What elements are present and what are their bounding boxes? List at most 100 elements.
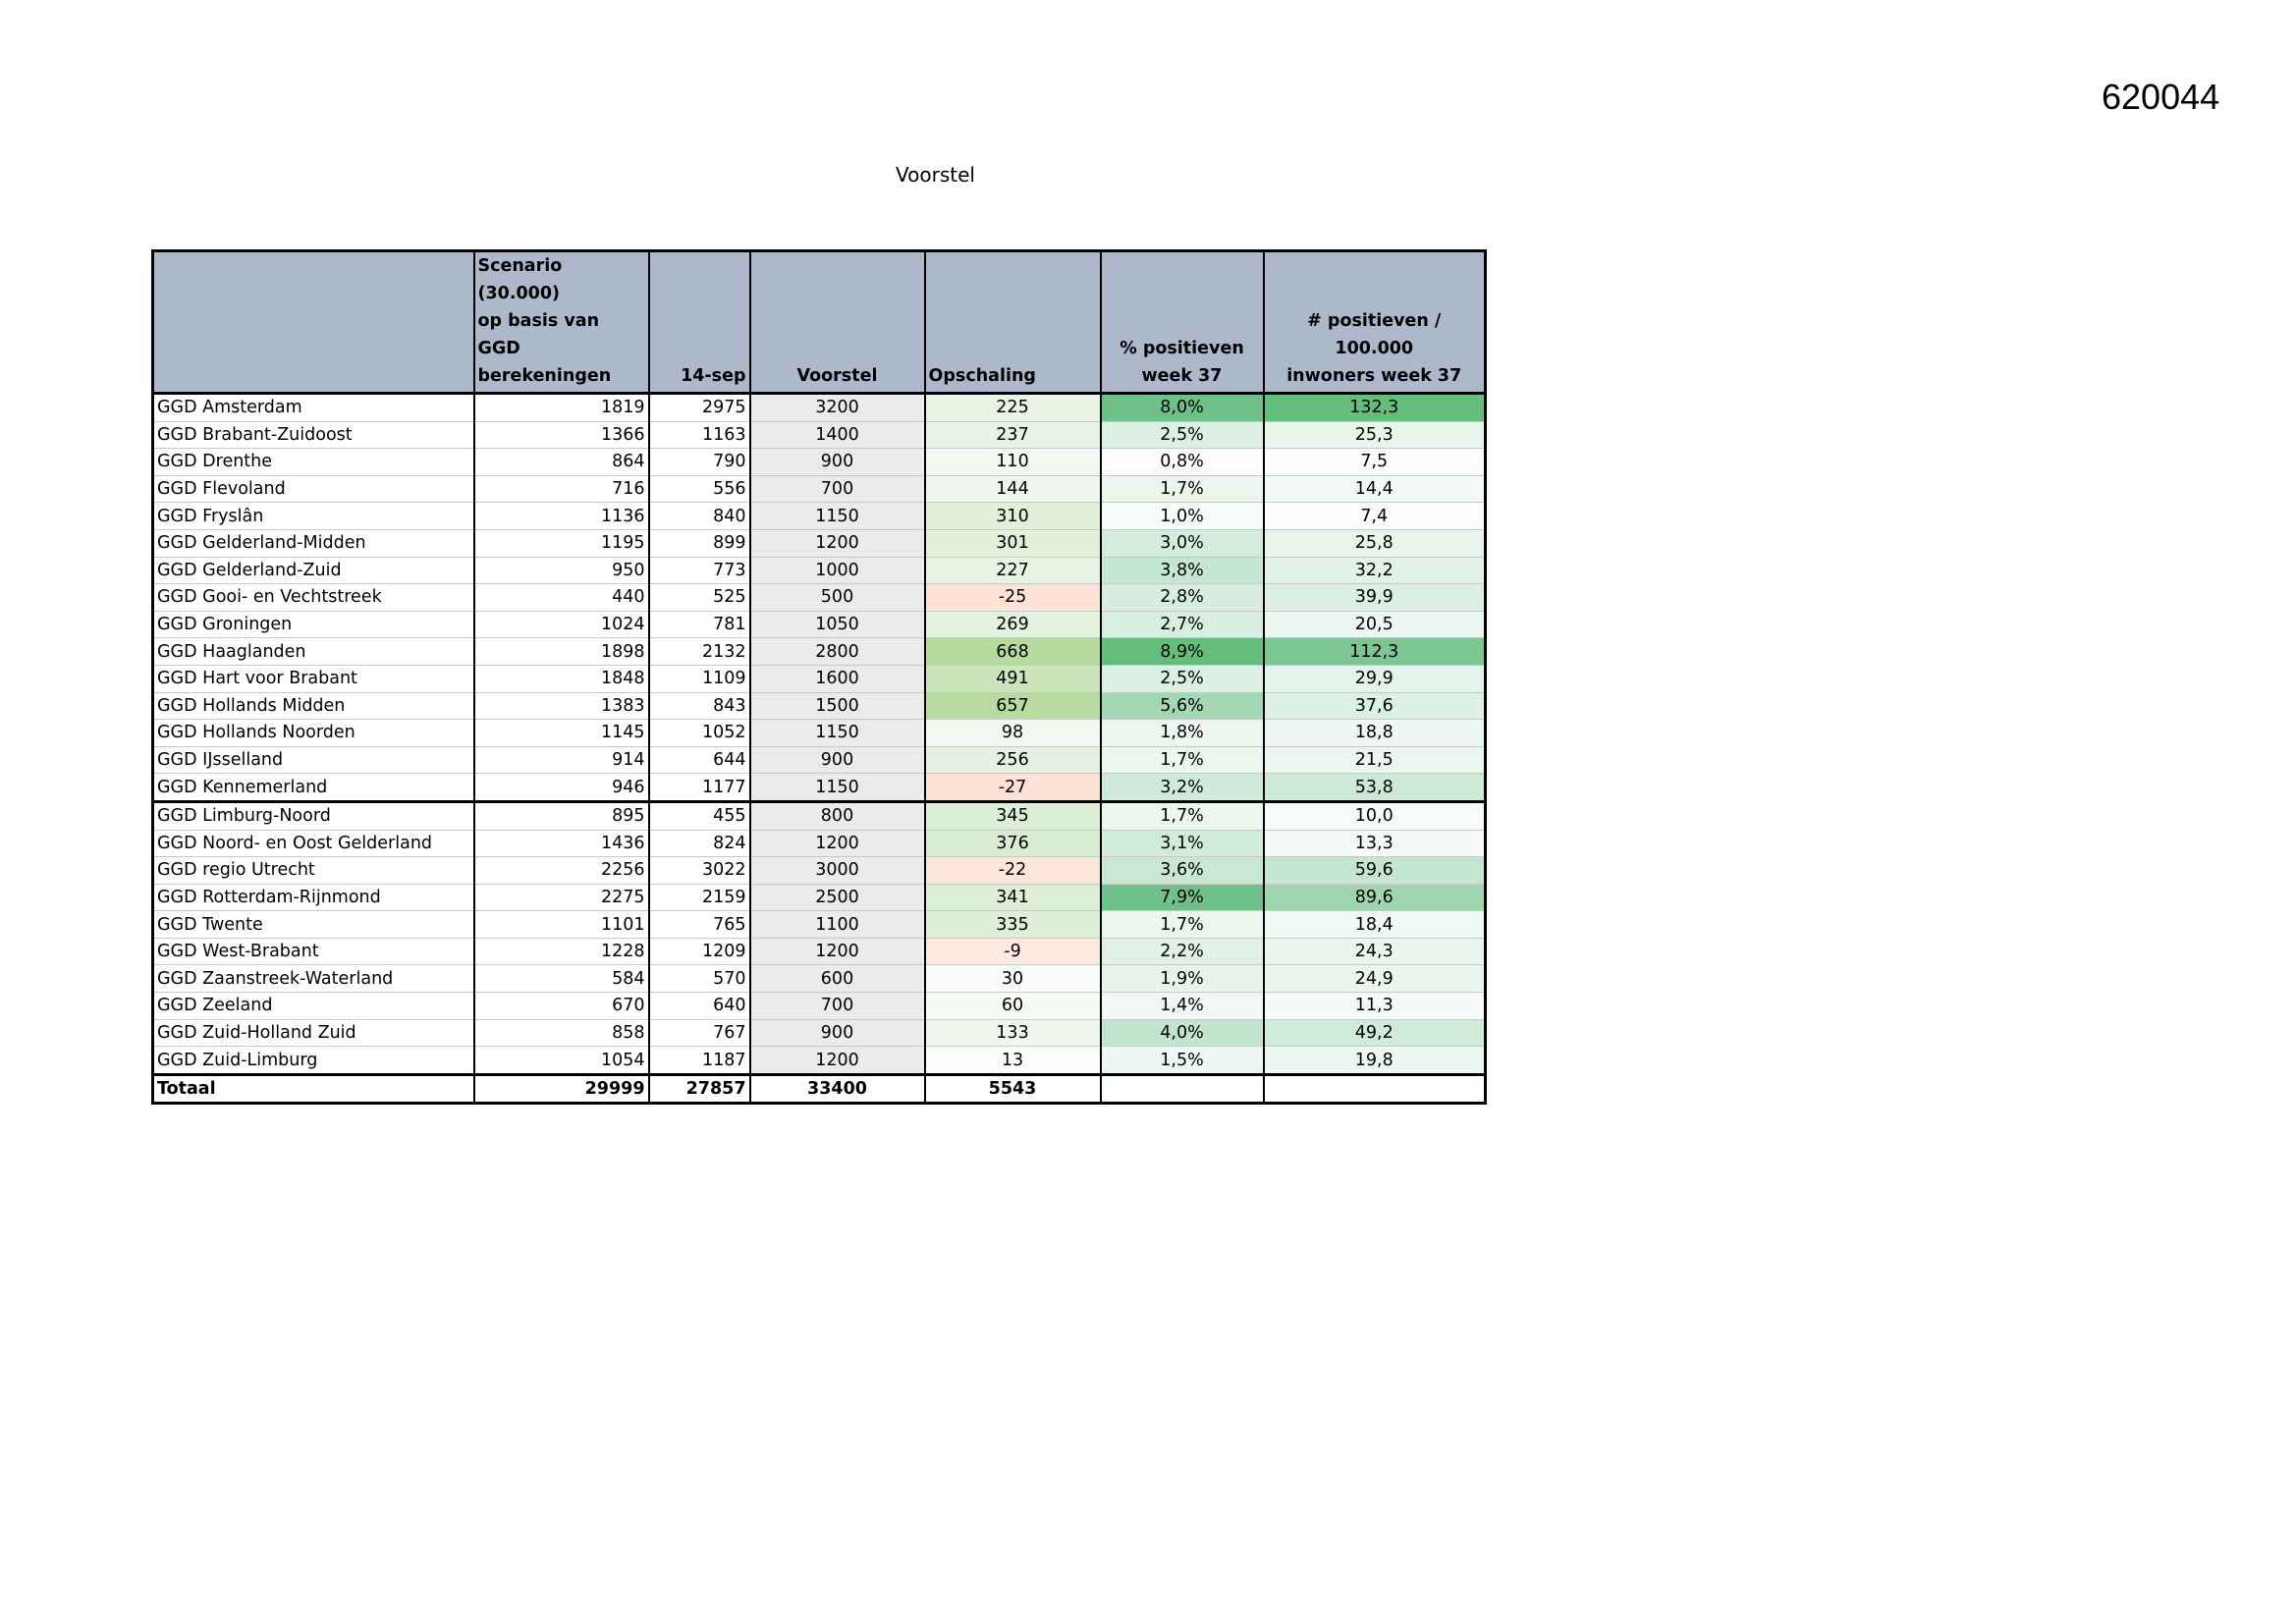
cell-pct-positieven: 3,6% <box>1099 856 1265 885</box>
cell-region: GGD Hollands Noorden <box>151 719 475 747</box>
cell-voorstel: 800 <box>748 799 926 831</box>
header-region <box>151 249 475 395</box>
cell-region: GGD West-Brabant <box>151 938 475 966</box>
cell-14-sep: 2159 <box>647 884 751 912</box>
table-row: GGD Kennemerland 946 1177 1150 -27 3,2% 53,8 <box>151 773 1487 802</box>
cell-voorstel: 1600 <box>748 665 926 693</box>
cell-region: GGD Noord- en Oost Gelderland <box>151 830 475 858</box>
cell-opschaling: 310 <box>923 502 1102 530</box>
cell-pct-positieven: 2,5% <box>1099 665 1265 693</box>
total-row: Totaal 29999 27857 33400 5543 <box>151 1072 1487 1106</box>
cell-scenario: 950 <box>472 557 650 585</box>
cell-region: GGD regio Utrecht <box>151 856 475 885</box>
cell-opschaling: 657 <box>923 692 1102 721</box>
cell-scenario: 864 <box>472 448 650 476</box>
cell-positieven-per-100k: 53,8 <box>1262 773 1487 802</box>
table-row: GGD Gelderland-Midden 1195 899 1200 301 3,0% 2… <box>151 529 1487 558</box>
cell-region: GGD IJsselland <box>151 746 475 775</box>
table-row: GGD Hollands Midden 1383 843 1500 657 5,6% 37,… <box>151 692 1487 721</box>
total-label: Totaal <box>151 1072 475 1106</box>
cell-14-sep: 843 <box>647 692 751 721</box>
header-voorstel: Voorstel <box>748 249 926 395</box>
cell-voorstel: 700 <box>748 475 926 504</box>
table-row: GGD Hollands Noorden 1145 1052 1150 98 1,8% 18… <box>151 719 1487 747</box>
cell-14-sep: 1209 <box>647 938 751 966</box>
table-row: GGD Hart voor Brabant 1848 1109 1600 491 2,5%… <box>151 665 1487 693</box>
cell-voorstel: 1200 <box>748 938 926 966</box>
cell-scenario: 1101 <box>472 910 650 939</box>
cell-scenario: 1366 <box>472 421 650 450</box>
cell-scenario: 946 <box>472 773 650 802</box>
cell-pct-positieven: 1,8% <box>1099 719 1265 747</box>
document-id: 620044 <box>2102 77 2220 117</box>
cell-opschaling: 668 <box>923 637 1102 666</box>
cell-opschaling: -25 <box>923 583 1102 612</box>
cell-opschaling: 237 <box>923 421 1102 450</box>
cell-voorstel: 1150 <box>748 773 926 802</box>
cell-scenario: 1195 <box>472 529 650 558</box>
cell-positieven-per-100k: 32,2 <box>1262 557 1487 585</box>
cell-voorstel: 900 <box>748 1019 926 1048</box>
cell-14-sep: 2132 <box>647 637 751 666</box>
cell-opschaling: 269 <box>923 611 1102 639</box>
cell-positieven-per-100k: 10,0 <box>1262 799 1487 831</box>
cell-pct-positieven: 8,9% <box>1099 637 1265 666</box>
cell-region: GGD Drenthe <box>151 448 475 476</box>
cell-14-sep: 781 <box>647 611 751 639</box>
cell-voorstel: 900 <box>748 448 926 476</box>
table-row: GGD Amsterdam 1819 2975 3200 225 8,0% 132,3 <box>151 393 1487 422</box>
cell-pct-positieven: 8,0% <box>1099 393 1265 422</box>
table-header-row: Scenario (30.000) op basis van GGD berek… <box>151 249 1487 395</box>
header-pct-line1: % positieven <box>1120 339 1244 358</box>
cell-positieven-per-100k: 18,4 <box>1262 910 1487 939</box>
cell-opschaling: 301 <box>923 529 1102 558</box>
header-opschaling: Opschaling <box>923 249 1102 395</box>
cell-region: GGD Gooi- en Vechtstreek <box>151 583 475 612</box>
cell-voorstel: 1150 <box>748 502 926 530</box>
cell-opschaling: -9 <box>923 938 1102 966</box>
table-row: GGD Twente 1101 765 1100 335 1,7% 18,4 <box>151 910 1487 939</box>
cell-pct-positieven: 3,1% <box>1099 830 1265 858</box>
cell-scenario: 1145 <box>472 719 650 747</box>
cell-voorstel: 2500 <box>748 884 926 912</box>
cell-scenario: 2256 <box>472 856 650 885</box>
header-scenario: Scenario (30.000) op basis van GGD berek… <box>472 249 650 395</box>
cell-opschaling: 376 <box>923 830 1102 858</box>
cell-scenario: 1848 <box>472 665 650 693</box>
cell-14-sep: 765 <box>647 910 751 939</box>
cell-region: GGD Gelderland-Zuid <box>151 557 475 585</box>
cell-opschaling: -27 <box>923 773 1102 802</box>
cell-region: GGD Hollands Midden <box>151 692 475 721</box>
cell-14-sep: 840 <box>647 502 751 530</box>
cell-region: GGD Groningen <box>151 611 475 639</box>
table-row: GGD Drenthe 864 790 900 110 0,8% 7,5 <box>151 448 1487 476</box>
cell-opschaling: 491 <box>923 665 1102 693</box>
header-scenario-line2: op basis van GGD <box>477 311 600 358</box>
table-row: GGD Groningen 1024 781 1050 269 2,7% 20,5 <box>151 611 1487 639</box>
cell-opschaling: 335 <box>923 910 1102 939</box>
cell-voorstel: 1150 <box>748 719 926 747</box>
cell-pct-positieven: 1,7% <box>1099 475 1265 504</box>
cell-positieven-per-100k: 132,3 <box>1262 393 1487 422</box>
cell-voorstel: 1200 <box>748 830 926 858</box>
cell-scenario: 1054 <box>472 1046 650 1075</box>
cell-pct-positieven: 1,0% <box>1099 502 1265 530</box>
cell-region: GGD Rotterdam-Rijnmond <box>151 884 475 912</box>
cell-region: GGD Flevoland <box>151 475 475 504</box>
cell-scenario: 895 <box>472 799 650 831</box>
cell-pct-positieven: 1,5% <box>1099 1046 1265 1075</box>
cell-positieven-per-100k: 21,5 <box>1262 746 1487 775</box>
header-per100k-line1: # positieven / 100.000 <box>1307 311 1442 358</box>
total-scenario: 29999 <box>472 1072 650 1106</box>
cell-region: GGD Hart voor Brabant <box>151 665 475 693</box>
table-row: GGD Fryslân 1136 840 1150 310 1,0% 7,4 <box>151 502 1487 530</box>
header-pct-line2: week 37 <box>1141 366 1223 386</box>
cell-pct-positieven: 5,6% <box>1099 692 1265 721</box>
cell-region: GGD Zuid-Holland Zuid <box>151 1019 475 1048</box>
cell-voorstel: 1100 <box>748 910 926 939</box>
cell-positieven-per-100k: 13,3 <box>1262 830 1487 858</box>
table-row: GGD regio Utrecht 2256 3022 3000 -22 3,6% 59,6 <box>151 856 1487 885</box>
cell-positieven-per-100k: 25,3 <box>1262 421 1487 450</box>
cell-pct-positieven: 1,7% <box>1099 910 1265 939</box>
table-row: GGD Haaglanden 1898 2132 2800 668 8,9% 112,3 <box>151 637 1487 666</box>
